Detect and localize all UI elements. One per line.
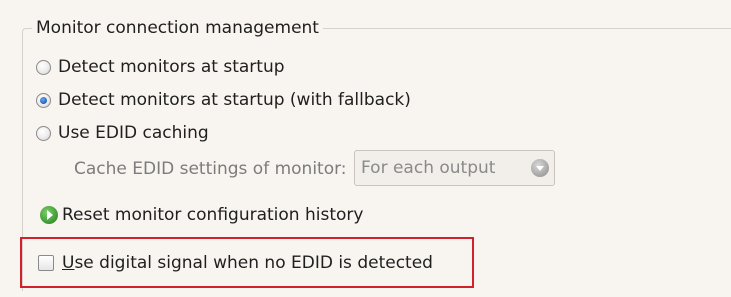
cache-setting-label: Cache EDID settings of monitor: bbox=[74, 159, 347, 179]
arrow-right-icon bbox=[40, 206, 58, 224]
settings-panel: Monitor connection management Detect mon… bbox=[0, 0, 731, 297]
group-title: Monitor connection management bbox=[32, 17, 323, 39]
option-detect-startup[interactable]: Detect monitors at startup bbox=[36, 55, 285, 79]
radio-button-selected-icon[interactable] bbox=[36, 92, 51, 108]
option-edid-caching[interactable]: Use EDID caching bbox=[36, 121, 209, 145]
reset-history-link[interactable]: Reset monitor configuration history bbox=[40, 203, 363, 227]
digital-signal-label-text: se digital signal when no EDID is detect… bbox=[74, 253, 433, 273]
reset-history-label: Reset monitor configuration history bbox=[62, 205, 364, 225]
radio-button-icon[interactable] bbox=[36, 125, 51, 141]
option-edid-caching-label: Use EDID caching bbox=[58, 123, 209, 143]
option-detect-startup-label: Detect monitors at startup bbox=[58, 57, 285, 77]
digital-signal-label: Use digital signal when no EDID is detec… bbox=[62, 251, 433, 275]
option-detect-fallback[interactable]: Detect monitors at startup (with fallbac… bbox=[36, 88, 411, 112]
option-detect-fallback-label: Detect monitors at startup (with fallbac… bbox=[58, 90, 411, 110]
cache-setting-row: Cache EDID settings of monitor: bbox=[74, 157, 347, 181]
digital-signal-option[interactable]: Use digital signal when no EDID is detec… bbox=[38, 251, 433, 275]
mnemonic-char: U bbox=[62, 253, 75, 273]
checkbox-icon[interactable] bbox=[38, 255, 54, 271]
cache-setting-value: For each output bbox=[361, 158, 496, 178]
radio-button-icon[interactable] bbox=[36, 59, 51, 75]
chevron-down-icon[interactable] bbox=[531, 159, 549, 177]
cache-setting-select[interactable]: For each output bbox=[354, 150, 555, 186]
